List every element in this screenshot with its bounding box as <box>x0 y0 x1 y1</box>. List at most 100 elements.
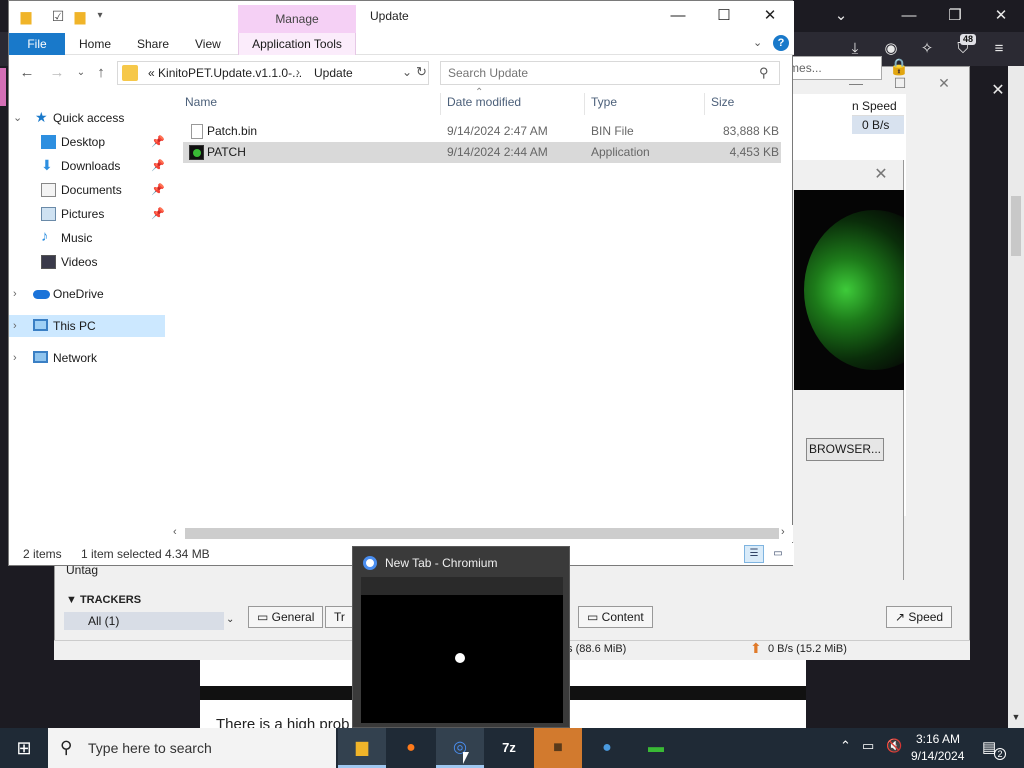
search-box[interactable]: ⚲ <box>440 61 780 85</box>
tab-list-chevron-icon[interactable]: ⌄ <box>818 0 864 32</box>
help-icon[interactable]: ? <box>773 35 789 51</box>
up-arrow-icon[interactable]: ↑ <box>91 63 111 83</box>
tab-share[interactable]: Share <box>137 37 169 51</box>
column-name[interactable]: Name <box>185 95 217 109</box>
kinito-taskbar-icon[interactable]: ▬ <box>632 728 680 768</box>
dialog-close-icon[interactable]: ✕ <box>866 164 896 184</box>
column-divider[interactable] <box>584 93 585 115</box>
chevron-right-icon[interactable]: › <box>13 283 17 305</box>
tab-application-tools[interactable]: Application Tools <box>238 33 356 55</box>
nav-onedrive[interactable]: › OneDrive <box>9 283 165 305</box>
back-arrow-icon[interactable]: ← <box>17 63 37 83</box>
clock-date[interactable]: 9/14/2024 <box>911 749 964 763</box>
column-divider[interactable] <box>704 93 705 115</box>
file-row[interactable]: PATCH 9/14/2024 2:44 AM Application 4,45… <box>183 142 781 163</box>
7zip-taskbar-icon[interactable]: 7z <box>485 728 533 768</box>
installer-taskbar-icon[interactable]: ■ <box>534 728 582 768</box>
tab-content[interactable]: ▭ Content <box>578 606 653 628</box>
chevron-down-icon[interactable]: ⌄ <box>13 107 22 129</box>
customize-toolbar-icon[interactable]: ▾ <box>91 7 109 25</box>
scroll-left-icon[interactable]: ‹ <box>173 526 177 538</box>
file-explorer-taskbar-icon[interactable]: ▆ <box>338 728 386 768</box>
details-view-icon[interactable]: ☰ <box>744 545 764 563</box>
horizontal-scrollbar[interactable]: ‹ › <box>171 525 793 542</box>
address-dropdown-icon[interactable]: ⌄ <box>402 65 412 79</box>
breadcrumb-current[interactable]: Update <box>314 66 353 80</box>
tab-home[interactable]: Home <box>79 37 111 51</box>
address-bar[interactable]: « KinitoPET.Update.v1.1.0-... › Update ⌄… <box>117 61 429 85</box>
chromium-taskbar-icon[interactable]: ◎ <box>436 728 484 768</box>
scroll-right-icon[interactable]: › <box>781 526 785 538</box>
nav-desktop[interactable]: Desktop 📌 <box>9 131 165 153</box>
scroll-down-arrow-icon[interactable]: ▼ <box>1008 712 1024 726</box>
new-folder-icon[interactable]: ▆ <box>71 7 89 25</box>
nav-pictures[interactable]: Pictures 📌 <box>9 203 165 225</box>
torrent-close-button[interactable]: ✕ <box>921 69 967 97</box>
chevron-right-icon[interactable]: › <box>13 347 17 369</box>
nav-downloads[interactable]: ⬇ Downloads 📌 <box>9 155 165 177</box>
tab-trackers[interactable]: Tr <box>325 606 354 628</box>
properties-icon[interactable]: ☑ <box>49 7 67 25</box>
breadcrumb-parent[interactable]: « KinitoPET.Update.v1.1.0-... <box>148 66 302 80</box>
taskbar-preview[interactable]: New Tab - Chromium <box>352 546 570 728</box>
page-scrollbar-thumb[interactable] <box>1011 196 1021 256</box>
pin-icon[interactable]: 📌 <box>151 155 165 177</box>
show-hidden-icons-icon[interactable]: ⌃ <box>840 738 851 754</box>
minimize-button[interactable]: — <box>655 1 701 31</box>
scrollbar-thumb[interactable] <box>185 528 779 539</box>
speed-column-header[interactable]: n Speed <box>852 96 904 116</box>
lock-icon[interactable]: 🔒 <box>888 56 910 80</box>
search-icon[interactable]: ⚲ <box>759 65 769 81</box>
taskbar-search[interactable]: ⚲ Type here to search <box>48 728 336 768</box>
extensions-icon[interactable]: ✧ <box>914 36 940 62</box>
nav-this-pc[interactable]: › This PC <box>9 315 165 337</box>
browser-minimize-button[interactable]: — <box>886 0 932 32</box>
nav-music[interactable]: ♪ Music <box>9 227 165 249</box>
pin-icon[interactable]: 📌 <box>151 179 165 201</box>
tab-speed[interactable]: ↗ Speed <box>886 606 953 628</box>
expand-ribbon-icon[interactable]: ⌄ <box>753 36 762 49</box>
clock-time[interactable]: 3:16 AM <box>916 732 960 746</box>
page-scrollbar[interactable] <box>1008 66 1024 728</box>
tab-file[interactable]: File <box>9 33 65 55</box>
browser-close-button[interactable]: ✕ <box>978 0 1024 32</box>
tab-view[interactable]: View <box>195 37 221 51</box>
nav-documents[interactable]: Documents 📌 <box>9 179 165 201</box>
browser-restore-button[interactable]: ❐ <box>932 0 978 32</box>
pin-icon[interactable]: 📌 <box>151 131 165 153</box>
qbittorrent-taskbar-icon[interactable]: ● <box>583 728 631 768</box>
recent-locations-icon[interactable]: ⌄ <box>71 63 91 83</box>
nav-network[interactable]: › Network <box>9 347 165 369</box>
browse-button[interactable]: BROWSER... <box>806 438 884 461</box>
breadcrumb-overflow[interactable]: « <box>148 66 155 80</box>
manage-context-tab[interactable]: Manage <box>238 5 356 33</box>
large-icons-view-icon[interactable]: ▭ <box>768 545 788 563</box>
column-type[interactable]: Type <box>591 95 617 109</box>
refresh-icon[interactable]: ↻ <box>416 64 427 80</box>
breadcrumb-separator-icon[interactable]: › <box>296 65 300 79</box>
column-divider[interactable] <box>440 93 441 115</box>
forward-arrow-icon[interactable]: → <box>47 63 67 83</box>
close-button[interactable]: ✕ <box>747 1 793 31</box>
column-size[interactable]: Size <box>711 95 734 109</box>
trackers-label-text: TRACKERS <box>79 594 142 606</box>
pin-icon[interactable]: 📌 <box>151 203 165 225</box>
chevron-down-icon[interactable]: ⌄ <box>226 614 234 625</box>
search-input[interactable] <box>441 62 751 84</box>
volume-muted-icon[interactable]: 🔇 <box>886 738 902 754</box>
column-date-modified[interactable]: Date modified <box>447 95 521 109</box>
windows-start-icon[interactable]: ⊞ <box>0 728 48 768</box>
speed-cell[interactable]: 0 B/s <box>852 116 904 134</box>
menu-icon[interactable]: ≡ <box>986 36 1012 62</box>
tab-general[interactable]: ▭ General <box>248 606 324 628</box>
nav-videos[interactable]: Videos <box>9 251 165 273</box>
breadcrumb-parent-label[interactable]: KinitoPET.Update.v1.1.0-... <box>158 66 302 80</box>
nav-quick-access[interactable]: ⌄ ★ Quick access <box>9 107 165 129</box>
preview-screen[interactable] <box>361 577 563 723</box>
firefox-taskbar-icon[interactable]: ● <box>387 728 435 768</box>
trackers-all-filter[interactable]: All (1) <box>64 612 224 630</box>
maximize-button[interactable]: ☐ <box>701 1 747 31</box>
file-row[interactable]: Patch.bin 9/14/2024 2:47 AM BIN File 83,… <box>183 121 781 142</box>
network-tray-icon[interactable]: ▭ <box>862 738 874 754</box>
chevron-right-icon[interactable]: › <box>13 315 17 337</box>
